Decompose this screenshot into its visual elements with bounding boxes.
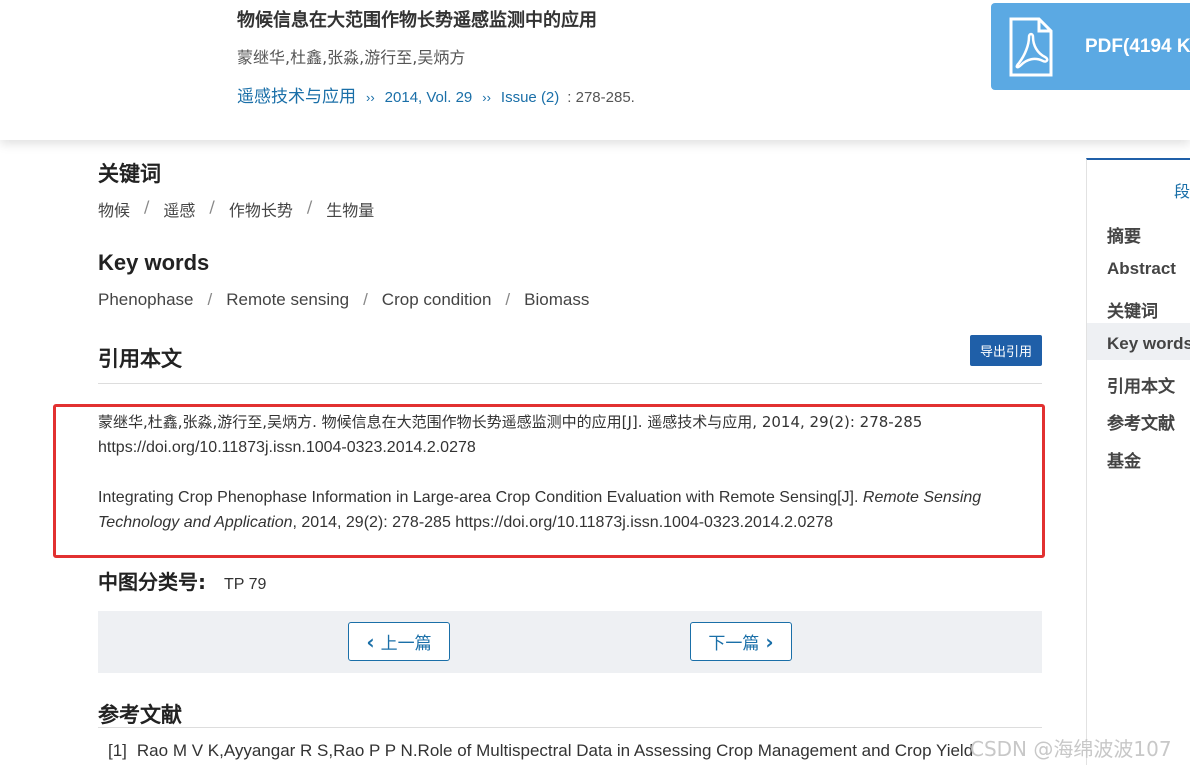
next-article-button[interactable]: 下一篇 › <box>690 622 792 661</box>
keywords-en-list: Phenophase / Remote sensing / Crop condi… <box>98 290 589 310</box>
next-label: 下一篇 <box>708 634 760 654</box>
keyword-link[interactable]: 生物量 <box>326 197 374 221</box>
pdf-file-icon <box>1009 17 1053 76</box>
breadcrumb-separator: ›› <box>482 90 491 105</box>
reference-text: Rao M V K,Ayyangar R S,Rao P P N.Role of… <box>136 741 974 760</box>
keyword-separator: / <box>363 290 368 309</box>
keyword-separator: / <box>505 290 511 309</box>
chevron-left-icon: ‹ <box>366 629 375 654</box>
classification-code: 中图分类号: TP 79 <box>98 566 266 595</box>
references-heading: 参考文献 <box>98 703 182 727</box>
volume-link[interactable]: 2014, Vol. 29 <box>385 89 473 106</box>
nav-item-funding[interactable]: 基金 <box>1107 447 1141 472</box>
keyword-link[interactable]: Crop condition <box>382 290 492 310</box>
section-nav: 段 摘要 Abstract 关键词 Key words 引用本文 参考文献 基金 <box>1086 158 1190 765</box>
nav-item-abstract-cn[interactable]: 摘要 <box>1107 222 1141 247</box>
keyword-link[interactable]: 遥感 <box>163 197 195 221</box>
journal-link[interactable]: 遥感技术与应用 <box>237 82 356 107</box>
article-title: 物候信息在大范围作物长势遥感监测中的应用 <box>237 10 597 31</box>
page-range: : 278-285. <box>567 89 635 106</box>
keyword-link[interactable]: Biomass <box>524 290 589 310</box>
keyword-separator: / <box>306 197 313 216</box>
pdf-download-button[interactable]: PDF(4194 K <box>991 3 1190 90</box>
nav-item-citation[interactable]: 引用本文 <box>1107 372 1175 397</box>
article-header: 物候信息在大范围作物长势遥感监测中的应用 蒙继华,杜鑫,张淼,游行至,吴炳方 遥… <box>0 0 1190 140</box>
article-pager: ‹ 上一篇 下一篇 › <box>98 611 1042 673</box>
section-divider <box>98 383 1042 384</box>
keyword-link[interactable]: Remote sensing <box>226 290 349 310</box>
watermark: CSDN @海绵波波107 <box>970 737 1172 761</box>
reference-number: [1] <box>108 741 127 760</box>
keywords-cn-list: 物候 / 遥感 / 作物长势 / 生物量 <box>98 197 374 221</box>
keyword-link[interactable]: Phenophase <box>98 290 193 310</box>
clc-label: 中图分类号: <box>98 570 206 594</box>
nav-item-abstract-en[interactable]: Abstract <box>1107 259 1176 279</box>
breadcrumb-separator: ›› <box>366 90 375 105</box>
section-divider <box>98 727 1042 728</box>
citation-heading: 引用本文 <box>98 347 182 371</box>
nav-item-keywords-en[interactable]: Key words <box>1107 334 1190 354</box>
highlight-frame <box>53 404 1045 558</box>
pdf-button-label: PDF(4194 K <box>1085 35 1190 57</box>
keyword-link[interactable]: 物候 <box>98 197 130 221</box>
previous-article-button[interactable]: ‹ 上一篇 <box>348 622 450 661</box>
reference-item: [1] Rao M V K,Ayyangar R S,Rao P P N.Role… <box>108 741 973 761</box>
nav-item-keywords-cn[interactable]: 关键词 <box>1107 297 1158 322</box>
keyword-separator: / <box>207 290 213 309</box>
export-citation-button[interactable]: 导出引用 <box>970 335 1042 366</box>
keyword-separator: / <box>144 197 150 216</box>
article-authors: 蒙继华,杜鑫,张淼,游行至,吴炳方 <box>237 48 466 67</box>
clc-value: TP 79 <box>224 576 267 593</box>
issue-link[interactable]: Issue (2) <box>501 89 559 106</box>
nav-item-references[interactable]: 参考文献 <box>1107 409 1175 434</box>
keywords-en-heading: Key words <box>98 250 210 275</box>
keywords-cn-heading: 关键词 <box>98 162 161 186</box>
keyword-link[interactable]: 作物长势 <box>229 197 293 221</box>
breadcrumb: 遥感技术与应用 ›› 2014, Vol. 29 ›› Issue (2) : … <box>237 82 635 107</box>
chevron-right-icon: › <box>765 629 774 654</box>
section-nav-title: 段 <box>1174 182 1190 201</box>
keyword-separator: / <box>209 197 215 216</box>
previous-label: 上一篇 <box>380 634 432 654</box>
